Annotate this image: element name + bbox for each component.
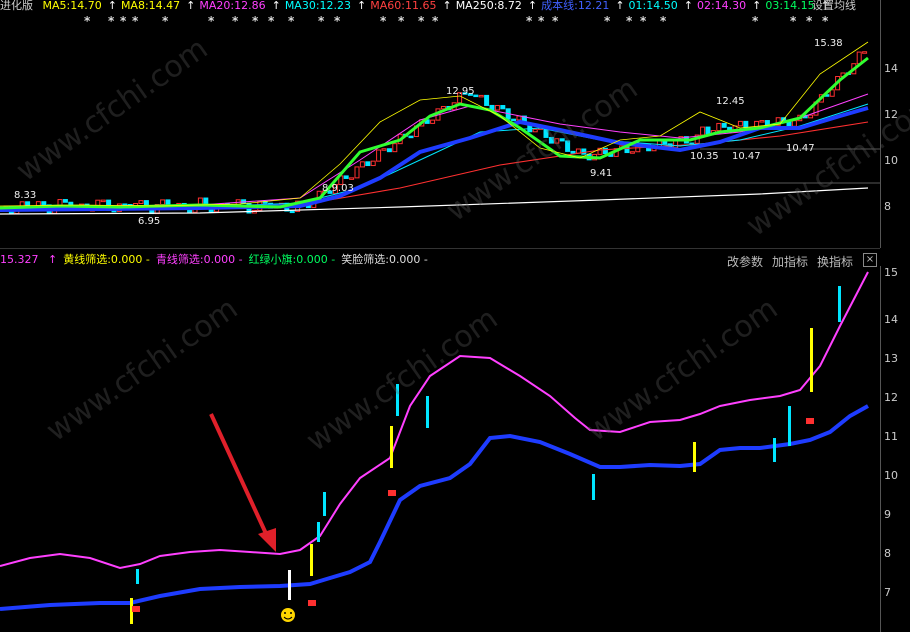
- candlestick: [408, 135, 414, 139]
- indicator-tick: 11: [884, 430, 898, 443]
- candlestick: [354, 166, 360, 179]
- indicator-tick: 14: [884, 313, 898, 326]
- indicator-axis-line: [880, 266, 881, 632]
- indicator-tick: 7: [884, 586, 891, 599]
- signal-bar: [426, 396, 429, 428]
- annotation-arrow: [209, 413, 270, 539]
- indicator-tick: 9: [884, 508, 891, 521]
- ma5-line: [0, 41, 869, 207]
- signal-bar: [317, 522, 320, 542]
- candlestick: [138, 200, 144, 204]
- indicator-legend-item: 黄线筛选:0.000 -: [63, 253, 150, 266]
- indicator-tick: 12: [884, 391, 898, 404]
- price-annotation: 12.95: [446, 86, 475, 97]
- candlestick: [370, 160, 376, 167]
- candlestick: [381, 148, 387, 151]
- indicator-value: 15.327: [0, 253, 39, 266]
- candlestick: [511, 118, 517, 122]
- price-annotation: 10.35: [690, 151, 719, 162]
- candlestick: [386, 148, 392, 153]
- candlestick: [430, 119, 436, 124]
- candlestick: [494, 105, 500, 111]
- candlestick: [808, 114, 814, 119]
- annotation-arrowhead: [258, 528, 276, 552]
- candlestick: [478, 94, 484, 98]
- candlestick: [700, 126, 706, 136]
- candlestick: [673, 139, 679, 149]
- indicator-legend-bar: 15.327 ↑ 黄线筛选:0.000 - 青线筛选:0.000 - 红绿小旗:0.0…: [0, 253, 440, 267]
- candlestick: [716, 122, 722, 132]
- price-tick: 8: [884, 200, 891, 213]
- smiley-icon: [281, 608, 295, 622]
- price-annotation: 10.47: [732, 151, 761, 162]
- candlestick: [570, 150, 576, 154]
- indicator-tick: 8: [884, 547, 891, 560]
- blue-band-line: [0, 404, 869, 611]
- indicator-legend-item: 青线筛选:0.000 -: [155, 253, 243, 266]
- arrow-up-icon: ↑: [48, 253, 58, 266]
- red-flag-icon: [132, 606, 140, 612]
- candlestick: [743, 120, 749, 129]
- candlestick: [392, 143, 398, 153]
- signal-bar: [773, 438, 776, 462]
- signal-bar: [323, 492, 326, 516]
- indicator-items: ↑ 黄线筛选:0.000 - 青线筛选:0.000 - 红绿小旗:0.000 - 笑脸筛…: [48, 253, 434, 266]
- red-flag-icon: [806, 418, 814, 424]
- candlestick: [100, 199, 106, 203]
- signal-bar: [788, 406, 791, 446]
- signal-bar: [288, 570, 291, 600]
- panel-divider: [0, 248, 880, 249]
- price-annotation: 8.33: [14, 190, 37, 201]
- candlestick: [343, 175, 349, 179]
- price-annotation: 6.95: [138, 216, 161, 227]
- candlestick: [289, 210, 295, 214]
- candlestick: [791, 120, 797, 127]
- candlestick: [203, 197, 209, 205]
- candlestick: [721, 122, 727, 128]
- candlestick: [484, 94, 490, 106]
- stock-chart-window: 进化版 MA5:14.70 ↑ MA8:14.47 ↑ MA20:12.86 ↑ MA30:…: [0, 0, 910, 632]
- signal-bar: [592, 474, 595, 500]
- candlestick: [349, 177, 355, 180]
- candlestick: [862, 51, 868, 54]
- candlestick: [759, 120, 765, 123]
- signal-bar: [838, 286, 841, 322]
- candlestick: [359, 161, 365, 168]
- candlestick: [41, 201, 47, 206]
- indicator-legend-item: 红绿小旗:0.000 -: [248, 253, 336, 266]
- signal-bar: [310, 544, 313, 576]
- price-annotation: 10.47: [786, 143, 815, 154]
- price-tick: 14: [884, 62, 898, 75]
- candlestick: [365, 161, 371, 167]
- price-annotation: 12.45: [716, 96, 745, 107]
- candlestick: [376, 149, 382, 162]
- candlestick: [516, 115, 522, 121]
- candlestick: [581, 148, 587, 155]
- signal-bar: [390, 426, 393, 468]
- indicator-tick: 13: [884, 352, 898, 365]
- signal-bar: [693, 442, 696, 472]
- candlestick: [705, 126, 711, 135]
- indicator-tick: 10: [884, 469, 898, 482]
- candlestick: [160, 199, 166, 206]
- price-annotation: 15.38: [814, 38, 843, 49]
- price-annotation: 8.9.03: [322, 183, 354, 194]
- candlestick: [500, 105, 506, 110]
- red-flag-icon: [388, 490, 396, 496]
- price-tick: 10: [884, 154, 898, 167]
- indicator-legend-item: 笑脸筛选:0.000 -: [341, 253, 428, 266]
- indicator-tick: 15: [884, 266, 898, 279]
- close-icon[interactable]: ×: [863, 253, 877, 267]
- signal-bar: [136, 569, 139, 584]
- candlestick: [737, 120, 743, 127]
- signal-bar: [810, 328, 813, 392]
- candlestick: [629, 151, 635, 154]
- price-annotation: 9.41: [590, 168, 613, 179]
- red-flag-icon: [308, 600, 316, 606]
- candlestick: [62, 199, 68, 203]
